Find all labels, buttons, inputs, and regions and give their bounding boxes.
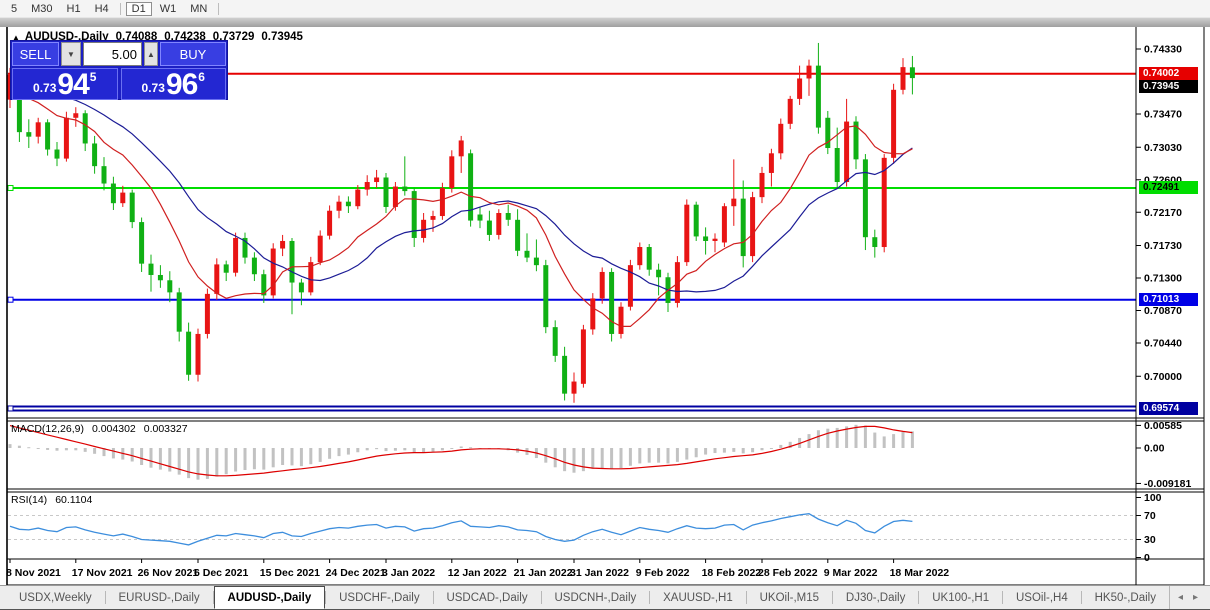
volume-decrease-button[interactable]: ▼ [61,42,81,66]
svg-text:26 Nov 2021: 26 Nov 2021 [138,567,199,579]
toolbar-shadow-band [0,17,1210,27]
svg-text:8 Nov 2021: 8 Nov 2021 [6,567,61,579]
sell-button[interactable]: SELL [12,42,59,66]
buy-price-pip: 6 [198,70,205,84]
tab-usdcnh-daily[interactable]: USDCNH-,Daily [541,586,649,609]
tab-xauusd-h1[interactable]: XAUUSD-,H1 [650,586,746,609]
svg-text:31 Jan 2022: 31 Jan 2022 [570,567,629,579]
tab-scroll-right-icon[interactable]: ▸ [1193,592,1198,603]
volume-increase-button[interactable]: ▲ [144,42,158,66]
svg-text:70: 70 [1144,510,1156,522]
svg-text:0.70440: 0.70440 [1144,338,1182,350]
svg-text:30: 30 [1144,534,1156,546]
tab-scroll-arrows: ◂ ▸ [1168,586,1210,609]
sell-price-display[interactable]: 0.73 94 5 [12,68,118,100]
svg-text:9 Mar 2022: 9 Mar 2022 [824,567,878,579]
chart-tab-bar: USDX,Weekly EURUSD-,Daily AUDUSD-,Daily USD… [0,585,1210,610]
buy-button[interactable]: BUY [160,42,226,66]
timeframe-w1[interactable]: W1 [154,2,183,16]
timeframe-mn[interactable]: MN [184,2,213,16]
svg-text:0.00: 0.00 [1144,443,1165,455]
rsi-name: RSI(14) [11,494,48,506]
current-price-badge: 0.73945 [1139,80,1198,93]
svg-text:18 Mar 2022: 18 Mar 2022 [890,567,950,579]
tab-usdcad-daily[interactable]: USDCAD-,Daily [433,586,540,609]
svg-text:0.73030: 0.73030 [1144,142,1182,154]
tab-dj30-daily[interactable]: DJ30-,Daily [833,586,918,609]
toolbar-separator [218,2,220,15]
rsi-value: 60.1104 [55,494,93,506]
tab-ukoil-m15[interactable]: UKOil-,M15 [747,586,832,609]
svg-text:0.72170: 0.72170 [1144,207,1182,219]
svg-text:28 Feb 2022: 28 Feb 2022 [758,567,818,579]
svg-text:0.71730: 0.71730 [1144,240,1182,252]
price-line-badge-0.74002: 0.74002 [1139,67,1198,80]
svg-text:0.00585: 0.00585 [1144,420,1182,432]
macd-label: MACD(12,26,9) 0.004302 0.003327 [11,423,188,435]
timeframe-toolbar: 5 M30 H1 H4 D1 W1 MN [0,0,1210,27]
svg-text:18 Feb 2022: 18 Feb 2022 [702,567,762,579]
price-line-badge-0.71013: 0.71013 [1139,293,1198,306]
volume-input[interactable] [83,42,142,66]
rsi-label: RSI(14) 60.1104 [11,494,92,506]
mt4-window: 0.743300.734700.730300.726000.721700.717… [0,0,1210,610]
svg-text:0.70870: 0.70870 [1144,305,1182,317]
svg-text:24 Dec 2021: 24 Dec 2021 [326,567,386,579]
moving-averages [9,69,913,327]
macd-main-value: 0.004302 [91,423,136,435]
sell-price-pip: 5 [89,70,97,84]
rsi-panel-graphics [8,513,1135,546]
svg-text:0: 0 [1144,552,1150,564]
tab-usdchf-daily[interactable]: USDCHF-,Daily [326,586,433,609]
svg-text:12 Jan 2022: 12 Jan 2022 [448,567,507,579]
buy-price-main: 96 [165,68,198,101]
svg-text:15 Dec 2021: 15 Dec 2021 [260,567,320,579]
svg-text:0.73470: 0.73470 [1144,108,1182,120]
one-click-trade-panel: SELL ▼ ▲ BUY 0.73 94 5 0.73 96 6 [10,40,228,100]
timeframe-m30[interactable]: M30 [25,2,58,16]
svg-text:0.74330: 0.74330 [1144,44,1182,56]
tab-eurusd-daily[interactable]: EURUSD-,Daily [106,586,213,609]
sell-price-prefix: 0.73 [33,81,57,95]
svg-text:-0.009181: -0.009181 [1144,478,1191,490]
svg-text:6 Dec 2021: 6 Dec 2021 [194,567,248,579]
timeframe-row: 5 M30 H1 H4 D1 W1 MN [0,0,1210,17]
svg-text:0.71300: 0.71300 [1144,273,1182,285]
tab-scroll-left-icon[interactable]: ◂ [1178,592,1183,603]
ohlc-close: 0.73945 [261,31,303,43]
tab-usoil-h4[interactable]: USOil-,H4 [1003,586,1081,609]
tab-audusd-daily[interactable]: AUDUSD-,Daily [213,586,326,609]
tab-usdx-weekly[interactable]: USDX,Weekly [6,586,105,609]
buy-price-display[interactable]: 0.73 96 6 [120,68,226,101]
buy-price-prefix: 0.73 [141,81,165,95]
toolbar-separator [119,2,121,15]
chart-frame [6,25,1205,586]
svg-text:21 Jan 2022: 21 Jan 2022 [514,567,573,579]
price-line-badge-0.72491: 0.72491 [1139,181,1198,194]
svg-text:9 Feb 2022: 9 Feb 2022 [636,567,690,579]
timeframe-h4[interactable]: H4 [89,2,115,16]
timeframe-h1[interactable]: H1 [61,2,87,16]
svg-text:17 Nov 2021: 17 Nov 2021 [72,567,133,579]
tab-uk100-h1[interactable]: UK100-,H1 [919,586,1002,609]
svg-text:100: 100 [1144,492,1162,504]
sell-price-main: 94 [57,68,89,101]
timeframe-5[interactable]: 5 [5,2,23,16]
timeframe-d1[interactable]: D1 [125,1,152,16]
price-line-badge-0.69574: 0.69574 [1139,402,1198,415]
macd-name: MACD(12,26,9) [11,423,84,435]
tab-hk50-daily[interactable]: HK50-,Daily [1082,586,1169,609]
svg-text:0.70000: 0.70000 [1144,371,1182,383]
macd-signal-value: 0.003327 [143,423,188,435]
svg-text:3 Jan 2022: 3 Jan 2022 [382,567,435,579]
